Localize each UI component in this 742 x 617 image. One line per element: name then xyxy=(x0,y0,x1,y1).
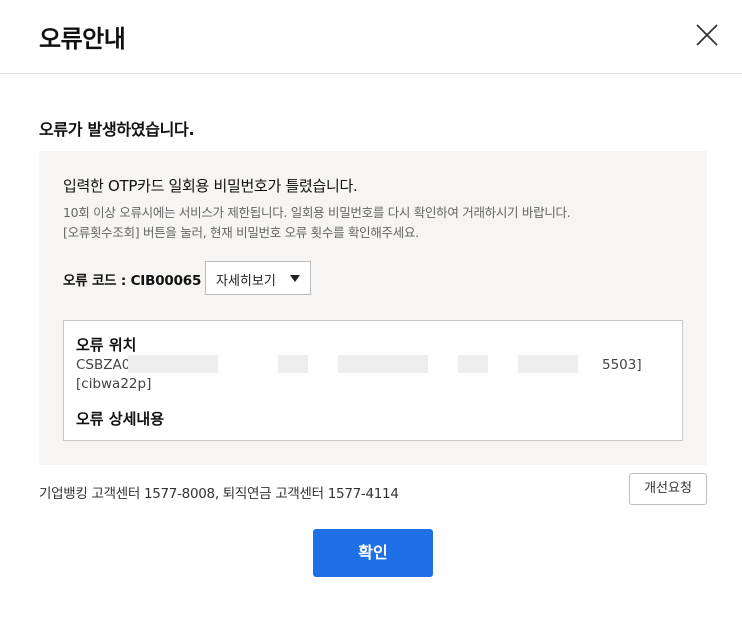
error-panel: 입력한 OTP카드 일회용 비밀번호가 틀렸습니다. 10회 이상 오류시에는 … xyxy=(39,151,707,465)
error-message: 입력한 OTP카드 일회용 비밀번호가 틀렸습니다. xyxy=(63,177,358,195)
confirm-button[interactable]: 확인 xyxy=(313,529,433,577)
redacted-block xyxy=(278,355,308,373)
caret-down-icon xyxy=(290,275,300,282)
redacted-block xyxy=(518,355,578,373)
close-icon[interactable] xyxy=(695,23,719,47)
improve-request-button[interactable]: 개선요청 xyxy=(629,473,707,505)
error-location-prefix: CSBZA0 xyxy=(76,357,131,373)
customer-center-contact: 기업뱅킹 고객센터 1577-8008, 퇴직연금 고객센터 1577-4114 xyxy=(39,486,399,502)
error-detail-title: 오류 상세내용 xyxy=(76,410,165,428)
error-location-suffix: 5503] xyxy=(602,357,642,373)
detail-dropdown-button[interactable]: 자세히보기 xyxy=(205,261,311,295)
error-detail-box: 오류 위치 CSBZA0 5503] [cibwa22p] 오류 상세내용 xyxy=(63,320,683,441)
error-code: 오류 코드 : CIB00065 xyxy=(63,273,202,289)
redacted-block xyxy=(128,355,218,373)
error-location-module: [cibwa22p] xyxy=(76,376,152,392)
error-headline: 오류가 발생하였습니다. xyxy=(39,120,195,139)
dialog-header: 오류안내 xyxy=(0,0,742,74)
error-note: [오류횟수조회] 버튼을 눌러, 현재 비밀번호 오류 횟수를 확인해주세요. xyxy=(63,225,419,240)
error-location-title: 오류 위치 xyxy=(76,336,137,354)
dialog-title: 오류안내 xyxy=(39,25,126,53)
redacted-block xyxy=(458,355,488,373)
detail-button-label: 자세히보기 xyxy=(216,274,276,289)
error-note: 10회 이상 오류시에는 서비스가 제한됩니다. 일회용 비밀번호를 다시 확인… xyxy=(63,205,571,220)
redacted-block xyxy=(338,355,428,373)
